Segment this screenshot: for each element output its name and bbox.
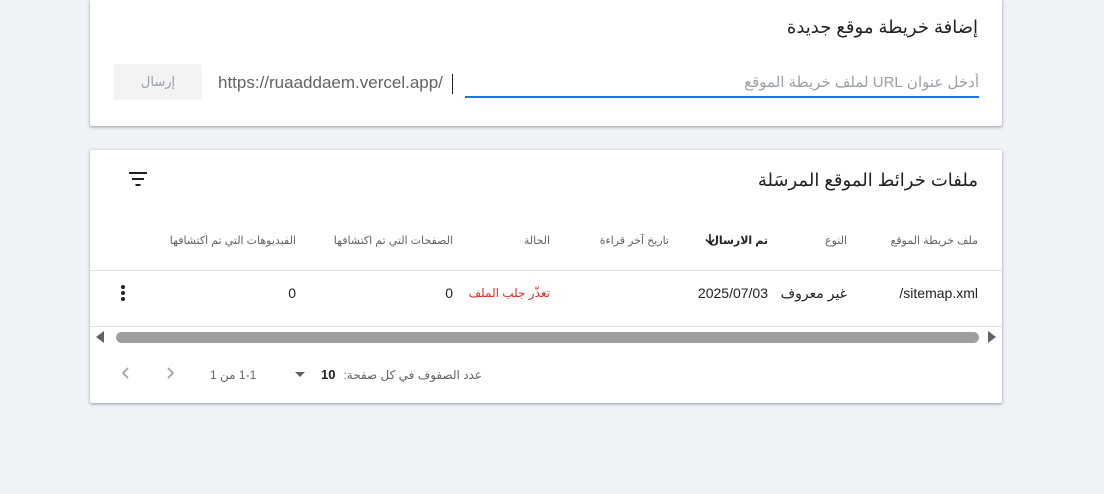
column-header-submitted[interactable]: تم الارسال [709, 234, 768, 247]
url-prefix: https://ruaaddaem.vercel.app/ [218, 73, 443, 92]
column-header-sitemap[interactable]: ملف خريطة الموقع [891, 234, 978, 247]
filter-icon[interactable] [128, 171, 148, 187]
horizontal-scrollbar[interactable] [116, 332, 979, 343]
rows-per-page-dropdown-icon[interactable] [295, 372, 305, 377]
cell-type: غير معروف [780, 285, 847, 301]
sitemap-url-input[interactable] [465, 68, 979, 96]
scroll-left-arrow-icon[interactable] [96, 331, 104, 343]
cell-status-error: تعذّر جلب الملف [468, 286, 550, 300]
submitted-sitemaps-card: ملفات خرائط الموقع المرسَلة ملف خريطة ال… [90, 150, 1002, 403]
add-sitemap-card: إضافة خريطة موقع جديدة إرسال https://rua… [90, 0, 1002, 126]
rows-per-page-select[interactable]: 10 [321, 367, 335, 382]
more-vert-icon[interactable] [120, 284, 126, 302]
header-divider [90, 270, 1002, 271]
cell-sitemap[interactable]: /sitemap.xml [899, 285, 978, 301]
chevron-left-icon[interactable] [119, 366, 133, 380]
text-caret [452, 74, 453, 94]
column-header-status[interactable]: الحالة [524, 234, 550, 247]
column-header-last-read[interactable]: تاريخ آخر قراءة [600, 234, 669, 247]
cell-submitted-date: 2025/07/03 [697, 285, 768, 301]
rows-per-page-label: عدد الصفوف في كل صفحة: [343, 368, 482, 382]
column-header-pages[interactable]: الصفحات التي تم اكتشافها [334, 234, 453, 247]
scroll-right-arrow-icon[interactable] [988, 331, 996, 343]
submitted-sitemaps-title: ملفات خرائط الموقع المرسَلة [757, 170, 978, 190]
sitemap-url-field [465, 68, 979, 98]
column-header-videos[interactable]: الفيديوهات التي تم اكتشافها [170, 234, 296, 247]
row-divider [90, 326, 1002, 327]
chevron-right-icon[interactable] [163, 366, 177, 380]
pagination-range: 1-1 من 1 [210, 368, 257, 382]
sort-descending-icon[interactable] [704, 233, 716, 245]
cell-videos-count: 0 [288, 285, 296, 301]
column-header-type[interactable]: النوع [825, 234, 847, 247]
cell-pages-count: 0 [445, 285, 453, 301]
add-sitemap-title: إضافة خريطة موقع جديدة [786, 17, 978, 37]
submit-button[interactable]: إرسال [114, 64, 202, 100]
